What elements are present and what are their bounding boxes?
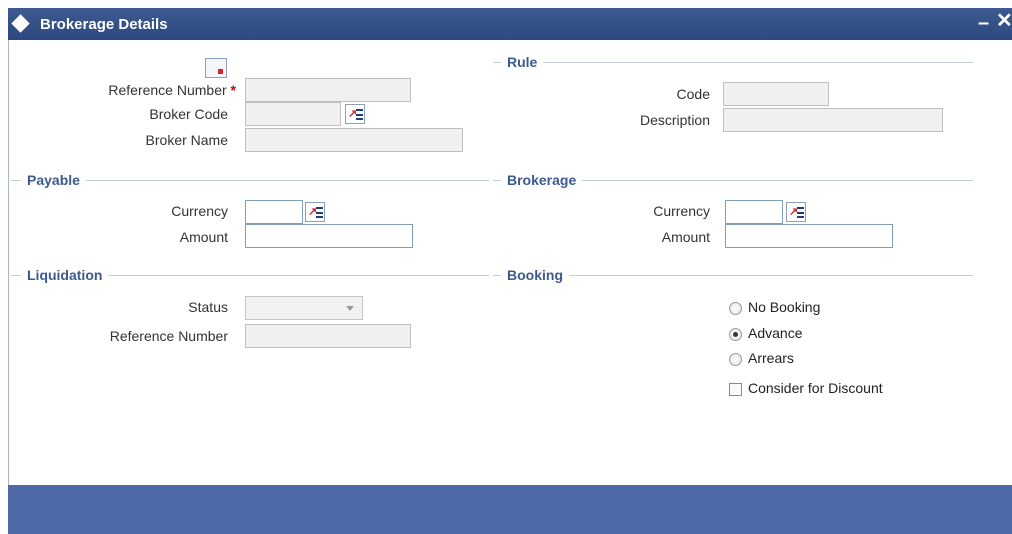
brokerage-currency-lov-button[interactable]: ↗: [786, 202, 806, 222]
payable-currency-field[interactable]: [245, 200, 303, 224]
broker-name-label: Broker Name: [145, 132, 228, 148]
liquidation-section-header: Liquidation: [21, 267, 109, 283]
liquidation-reference-number-field[interactable]: [245, 324, 411, 348]
brokerage-amount-label: Amount: [661, 229, 710, 245]
arrears-radio[interactable]: [729, 353, 742, 366]
payable-currency-label: Currency: [171, 203, 228, 219]
minimize-button[interactable]: –: [978, 13, 989, 33]
broker-code-field[interactable]: [245, 102, 341, 126]
rule-description-field[interactable]: [723, 108, 943, 132]
required-marker: *: [230, 82, 236, 98]
consider-for-discount-label: Consider for Discount: [748, 380, 883, 396]
broker-name-field[interactable]: [245, 128, 463, 152]
no-booking-label: No Booking: [748, 299, 821, 315]
payable-currency-lov-button[interactable]: ↗: [305, 202, 325, 222]
no-booking-radio[interactable]: [729, 302, 742, 315]
brokerage-currency-label: Currency: [653, 203, 710, 219]
rule-section-line: [493, 62, 973, 63]
consider-for-discount-checkbox[interactable]: [729, 383, 742, 396]
window-footer: [8, 485, 1012, 534]
reference-number-field[interactable]: [245, 78, 411, 102]
document-icon[interactable]: [205, 58, 227, 78]
broker-code-lov-button[interactable]: ↗: [345, 104, 365, 124]
list-of-values-icon: [797, 207, 804, 218]
chevron-down-icon: [346, 306, 354, 311]
rule-code-field[interactable]: [723, 82, 829, 106]
rule-code-label: Code: [676, 86, 710, 102]
advance-label: Advance: [748, 325, 803, 341]
rule-section-header: Rule: [501, 54, 544, 70]
close-button[interactable]: ✕: [996, 11, 1012, 31]
brokerage-currency-field[interactable]: [725, 200, 783, 224]
payable-section-header: Payable: [21, 172, 86, 188]
reference-number-label: Reference Number: [108, 82, 227, 98]
rule-description-label: Description: [639, 112, 710, 128]
brokerage-amount-field[interactable]: [725, 224, 893, 248]
list-of-values-icon: [356, 109, 363, 120]
brokerage-section-header: Brokerage: [501, 172, 583, 188]
payable-amount-field[interactable]: [245, 224, 413, 248]
form-content: Reference Number * Broker Code ↗ Broker …: [8, 40, 1012, 485]
payable-amount-label: Amount: [179, 229, 228, 245]
liquidation-status-label: Status: [188, 299, 228, 315]
list-of-values-icon: [316, 207, 323, 218]
window-titlebar: Brokerage Details – ✕: [8, 8, 1012, 40]
app-diamond-icon: [11, 14, 30, 33]
arrears-label: Arrears: [748, 350, 794, 366]
booking-section-header: Booking: [501, 267, 569, 283]
reference-number-label-wrap: Reference Number *: [108, 82, 236, 98]
advance-radio[interactable]: [729, 328, 742, 341]
window-title: Brokerage Details: [40, 16, 168, 33]
liquidation-status-select[interactable]: [245, 296, 363, 320]
broker-code-label: Broker Code: [149, 106, 228, 122]
liquidation-reference-number-label: Reference Number: [109, 328, 228, 344]
